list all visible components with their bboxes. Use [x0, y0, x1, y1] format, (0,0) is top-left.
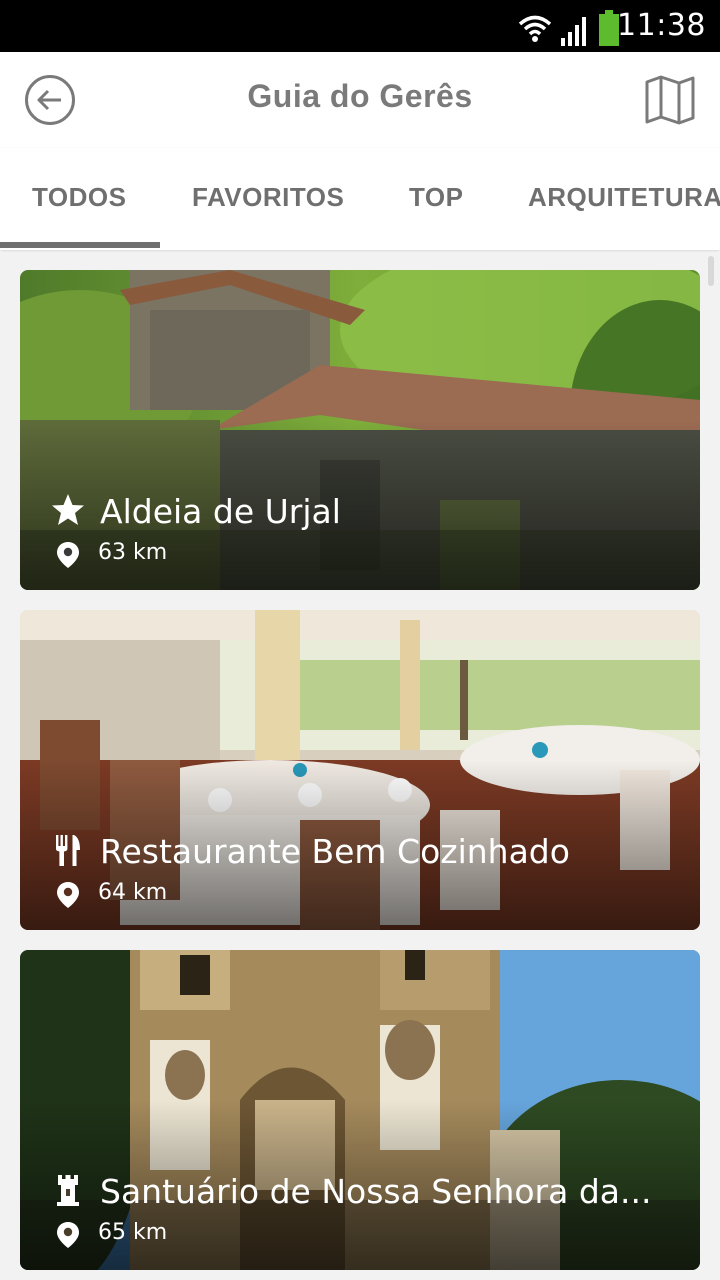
place-distance: 65 km [98, 1220, 168, 1245]
status-bar: 11:38 [0, 0, 720, 52]
tab-arquitetura[interactable]: ARQUITETURA [528, 182, 720, 213]
place-title: Restaurante Bem Cozinhado [100, 832, 570, 871]
wifi-icon [518, 15, 552, 42]
place-card-santuario[interactable]: Santuário de Nossa Senhora da... 65 km [20, 950, 700, 1270]
tab-favoritos[interactable]: FAVORITOS [192, 182, 344, 213]
map-button[interactable] [644, 74, 696, 126]
status-icons [518, 10, 620, 46]
place-title: Aldeia de Urjal [100, 492, 341, 531]
fork-knife-icon [56, 835, 80, 866]
scrollbar[interactable] [708, 256, 714, 286]
location-pin-icon [57, 542, 79, 568]
category-tabs: TODOS FAVORITOS TOP ARQUITETURA [0, 148, 720, 250]
page-title: Guia do Gerês [247, 78, 473, 114]
places-list[interactable]: Aldeia de Urjal 63 km Restaurante Bem Co… [0, 252, 720, 1280]
place-title: Santuário de Nossa Senhora da... [100, 1172, 652, 1211]
tab-todos[interactable]: TODOS [32, 182, 126, 213]
star-icon [52, 494, 84, 525]
location-pin-icon [57, 882, 79, 908]
tower-icon [57, 1175, 79, 1206]
map-icon [645, 75, 695, 125]
app-bar: Guia do Gerês [0, 52, 720, 148]
status-time: 11:38 [617, 8, 706, 43]
place-card-restaurante-bem-cozinhado[interactable]: Restaurante Bem Cozinhado 64 km [20, 610, 700, 930]
place-distance: 63 km [98, 540, 168, 565]
tab-top[interactable]: TOP [409, 182, 463, 213]
place-distance: 64 km [98, 880, 168, 905]
tab-active-indicator [0, 242, 160, 248]
signal-icon [561, 17, 586, 46]
place-card-aldeia-de-urjal[interactable]: Aldeia de Urjal 63 km [20, 270, 700, 590]
location-pin-icon [57, 1222, 79, 1248]
